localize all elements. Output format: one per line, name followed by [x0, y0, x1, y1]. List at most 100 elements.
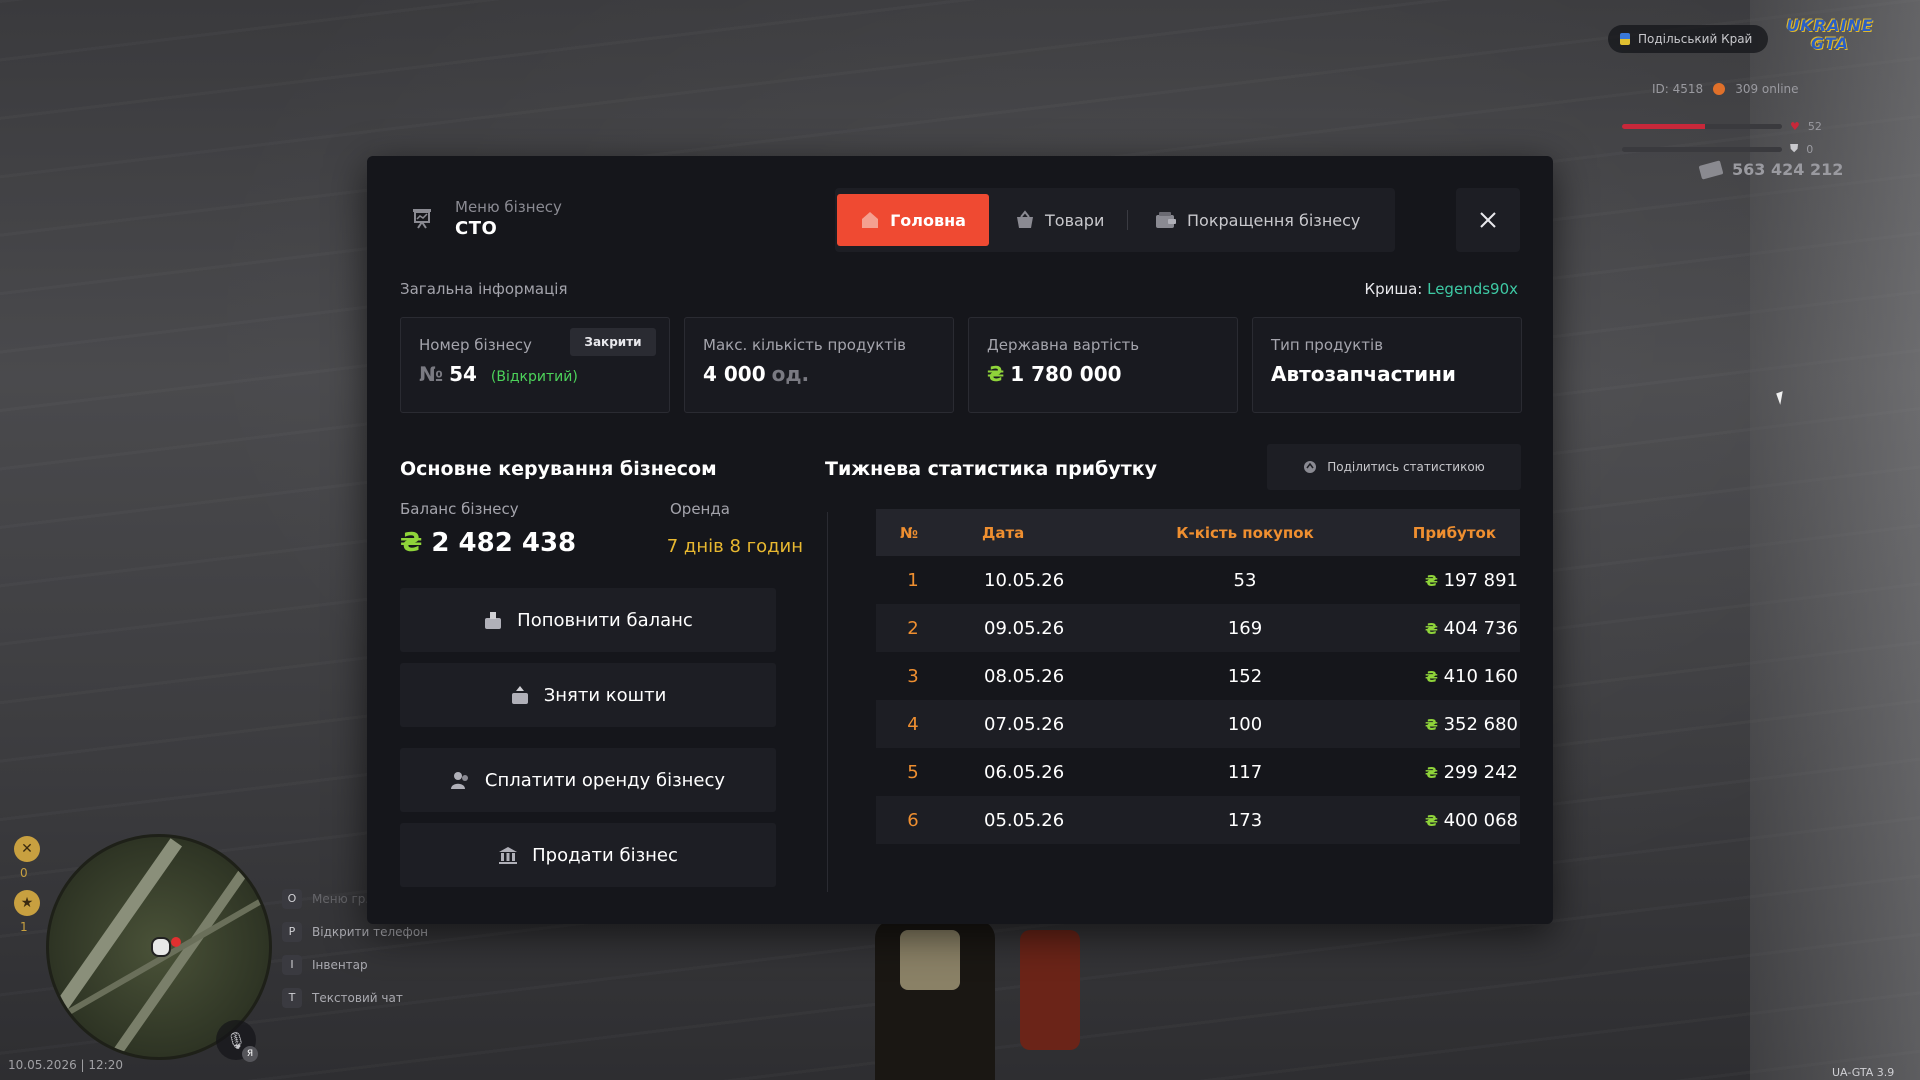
- bank-icon: [499, 847, 518, 864]
- cell-count: 169: [1227, 617, 1263, 639]
- keybind-label: Відкрити телефон: [312, 924, 429, 939]
- cell-count: 100: [1227, 713, 1263, 735]
- microphone-icon: 🎙: [225, 1030, 247, 1050]
- sell-business-button[interactable]: Продати бізнес: [400, 823, 776, 887]
- close-button[interactable]: [1456, 188, 1520, 252]
- cell-number: 5: [907, 761, 919, 783]
- general-info-title: Загальна інформація: [400, 280, 568, 298]
- hryvnia-icon: ₴: [1424, 619, 1438, 638]
- cell-count: 53: [1233, 569, 1257, 591]
- max-products-value: 4 000: [703, 362, 766, 386]
- weekly-stats-title: Тижнева статистика прибутку: [825, 458, 1157, 480]
- table-row: 4 07.05.26 100 ₴ 352 680: [876, 700, 1520, 748]
- close-business-button[interactable]: Закрити: [570, 328, 656, 356]
- game-logo: UKRAINE GTA: [1786, 12, 1872, 58]
- balance-amount: 2 482 438: [431, 528, 577, 558]
- key-cap: I: [282, 954, 302, 975]
- key-cap: T: [282, 987, 302, 1008]
- topup-balance-button[interactable]: Поповнити баланс: [400, 588, 776, 652]
- roof-owner: Legends90x: [1427, 280, 1518, 298]
- button-label: Поділитись статистикою: [1327, 460, 1485, 474]
- cell-date: 08.05.26: [984, 665, 1065, 687]
- keybind-row: I Інвентар: [282, 948, 428, 981]
- cell-date: 10.05.26: [984, 569, 1065, 591]
- health-value: 52: [1807, 120, 1822, 133]
- logo-line-2: GTA: [1811, 34, 1849, 53]
- column-divider: [827, 512, 828, 892]
- withdraw-button[interactable]: Зняти кошти: [400, 663, 776, 727]
- armor-bar: [1622, 146, 1782, 152]
- manage-title: Основне керування бізнесом: [400, 458, 717, 480]
- cell-date: 09.05.26: [984, 617, 1065, 639]
- location-pin-icon: [171, 937, 181, 947]
- armor-row: ⛊ 0: [1622, 142, 1813, 156]
- button-label: Сплатити оренду бізнесу: [484, 769, 726, 791]
- cell-number: 4: [907, 713, 919, 735]
- column-header: Прибуток: [1412, 523, 1496, 542]
- cell-profit: ₴ 410 160: [1360, 666, 1520, 687]
- tab-bar: Головна Товари Покращення бізнесу: [835, 188, 1395, 252]
- game-version: UA-GTA 3.9: [1832, 1066, 1895, 1079]
- table-row: 3 08.05.26 152 ₴ 410 160: [876, 652, 1520, 700]
- cell-profit: ₴ 352 680: [1360, 714, 1520, 735]
- close-icon: [1480, 212, 1496, 228]
- button-label: Продати бізнес: [532, 844, 678, 866]
- pay-rent-button[interactable]: Сплатити оренду бізнесу: [400, 748, 776, 812]
- table-row: 6 05.05.26 173 ₴ 400 068: [876, 796, 1520, 844]
- map-road: [49, 892, 269, 1028]
- hryvnia-icon: ₴: [1424, 571, 1438, 590]
- balance-value: ₴ 2 482 438: [400, 528, 576, 558]
- hud-top-right: Подільський Край UKRAINE GTA ID: 4518 30…: [1600, 0, 1920, 200]
- card-product-type: Тип продуктів Автозапчастини: [1252, 317, 1522, 413]
- business-status: (Відкритий): [490, 369, 578, 385]
- side-counter-2: 1: [20, 920, 28, 934]
- weekly-stats-table: № Дата К-кість покупок Прибуток 1 10.05.…: [876, 509, 1520, 844]
- presentation-icon: [413, 209, 431, 229]
- table-row: 5 06.05.26 117 ₴ 299 242: [876, 748, 1520, 796]
- hryvnia-icon: ₴: [1424, 763, 1438, 782]
- cell-count: 173: [1227, 809, 1263, 831]
- menu-label: Меню бізнесу: [455, 198, 562, 216]
- share-stats-button[interactable]: Поділитись статистикою: [1267, 444, 1521, 490]
- roof-label: Криша:: [1364, 280, 1423, 298]
- card-label: Державна вартість: [987, 336, 1140, 354]
- number-sign: №: [419, 362, 444, 386]
- card-max-products: Макс. кількість продуктів 4 000 од.: [684, 317, 954, 413]
- cell-count: 152: [1227, 665, 1263, 687]
- share-icon: [1304, 461, 1317, 473]
- profit-value: 400 068: [1443, 809, 1518, 831]
- key-cap: O: [282, 888, 302, 909]
- cell-number: 6: [907, 809, 919, 831]
- tab-label: Товари: [1045, 210, 1105, 230]
- player-character: [860, 920, 1090, 1080]
- tab-main[interactable]: Головна: [837, 194, 989, 246]
- button-label: Поповнити баланс: [517, 609, 693, 631]
- ukraine-flag-icon: [1620, 33, 1630, 45]
- heart-icon: ♥: [1790, 120, 1800, 133]
- tab-upgrades[interactable]: Покращення бізнесу: [1155, 194, 1360, 246]
- profit-value: 410 160: [1443, 665, 1518, 687]
- armor-value: 0: [1806, 142, 1814, 156]
- home-icon: [862, 212, 879, 228]
- cell-profit: ₴ 404 736: [1360, 618, 1520, 639]
- profit-value: 299 242: [1443, 761, 1518, 783]
- profit-value: 404 736: [1443, 617, 1518, 639]
- tab-goods[interactable]: Товари: [1015, 194, 1104, 246]
- withdraw-icon: [511, 686, 528, 704]
- card-value: № 54 (Відкритий): [419, 362, 578, 386]
- hryvnia-icon: ₴: [1424, 715, 1438, 734]
- money-value: 563 424 212: [1732, 160, 1844, 179]
- wallet-icon: [1156, 212, 1176, 228]
- cell-profit: ₴ 299 242: [1360, 762, 1520, 783]
- online-count: 309 online: [1735, 82, 1799, 96]
- deposit-icon: [485, 612, 502, 629]
- cash-icon: [1698, 159, 1724, 180]
- cell-profit: ₴ 400 068: [1360, 810, 1520, 831]
- logo-line-1: UKRAINE: [1786, 16, 1874, 35]
- wanted-icon: ✕: [14, 836, 40, 862]
- side-counter-1: 0: [20, 866, 28, 880]
- online-info: ID: 4518 309 online: [1652, 82, 1799, 96]
- server-badge: Подільський Край: [1608, 25, 1769, 53]
- microphone-button[interactable]: 🎙 Я: [216, 1020, 258, 1062]
- table-row: 2 09.05.26 169 ₴ 404 736: [876, 604, 1520, 652]
